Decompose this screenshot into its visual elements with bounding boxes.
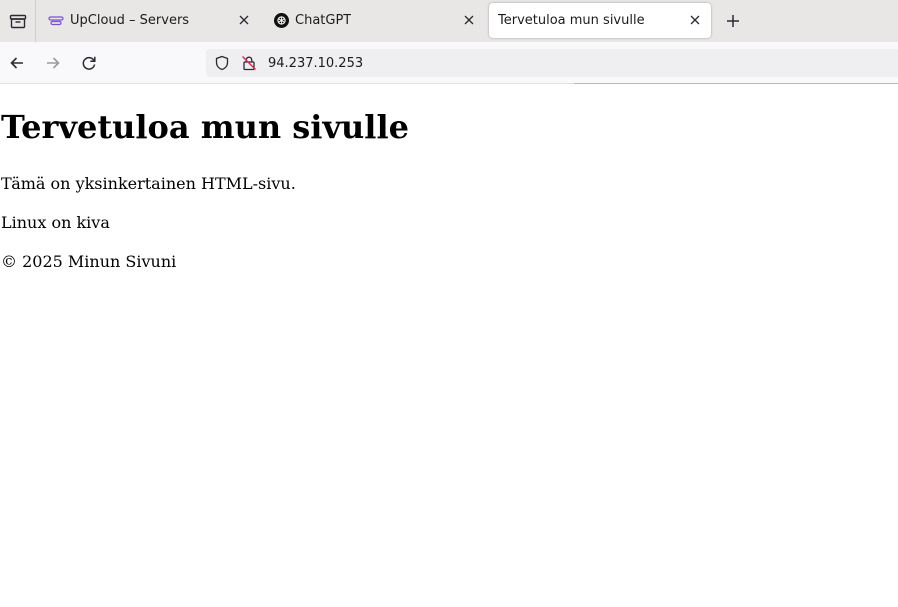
paragraph: Linux on kiva — [1, 213, 110, 232]
footer-text: © 2025 Minun Sivuni — [1, 252, 177, 271]
close-icon[interactable] — [687, 12, 703, 28]
tab-active[interactable]: Tervetuloa mun sivulle — [489, 3, 711, 38]
forward-button[interactable] — [40, 50, 66, 76]
archive-icon — [9, 14, 26, 29]
page-content: Tervetuloa mun sivulle Tämä on yksinkert… — [0, 84, 898, 607]
arrow-left-icon — [10, 57, 23, 69]
tab-chatgpt[interactable]: ChatGPT — [265, 3, 485, 38]
tab-strip: UpCloud – Servers ChatGPT Tervetuloa mun… — [0, 0, 898, 42]
arrow-right-icon — [47, 57, 60, 69]
url-bar[interactable]: 94.237.10.253 — [206, 49, 898, 77]
reload-icon — [82, 56, 96, 70]
tab-title: Tervetuloa mun sivulle — [498, 13, 645, 28]
insecure-lock-icon[interactable] — [240, 54, 258, 72]
chatgpt-icon — [273, 13, 289, 29]
url-text[interactable]: 94.237.10.253 — [268, 56, 363, 71]
reload-button[interactable] — [76, 50, 102, 76]
new-tab-button[interactable] — [722, 10, 744, 32]
close-icon[interactable] — [461, 12, 477, 28]
close-icon[interactable] — [236, 12, 252, 28]
tab-overview-button[interactable] — [0, 0, 36, 42]
back-button[interactable] — [4, 50, 30, 76]
tab-title: UpCloud – Servers — [70, 13, 190, 28]
tab-upcloud[interactable]: UpCloud – Servers — [40, 3, 260, 38]
intro-paragraph: Tämä on yksinkertainen HTML-sivu. — [1, 174, 296, 193]
plus-icon — [727, 15, 739, 27]
tab-title: ChatGPT — [295, 13, 352, 28]
shield-icon[interactable] — [213, 54, 231, 72]
upcloud-icon — [48, 13, 64, 29]
page-heading: Tervetuloa mun sivulle — [1, 108, 409, 146]
